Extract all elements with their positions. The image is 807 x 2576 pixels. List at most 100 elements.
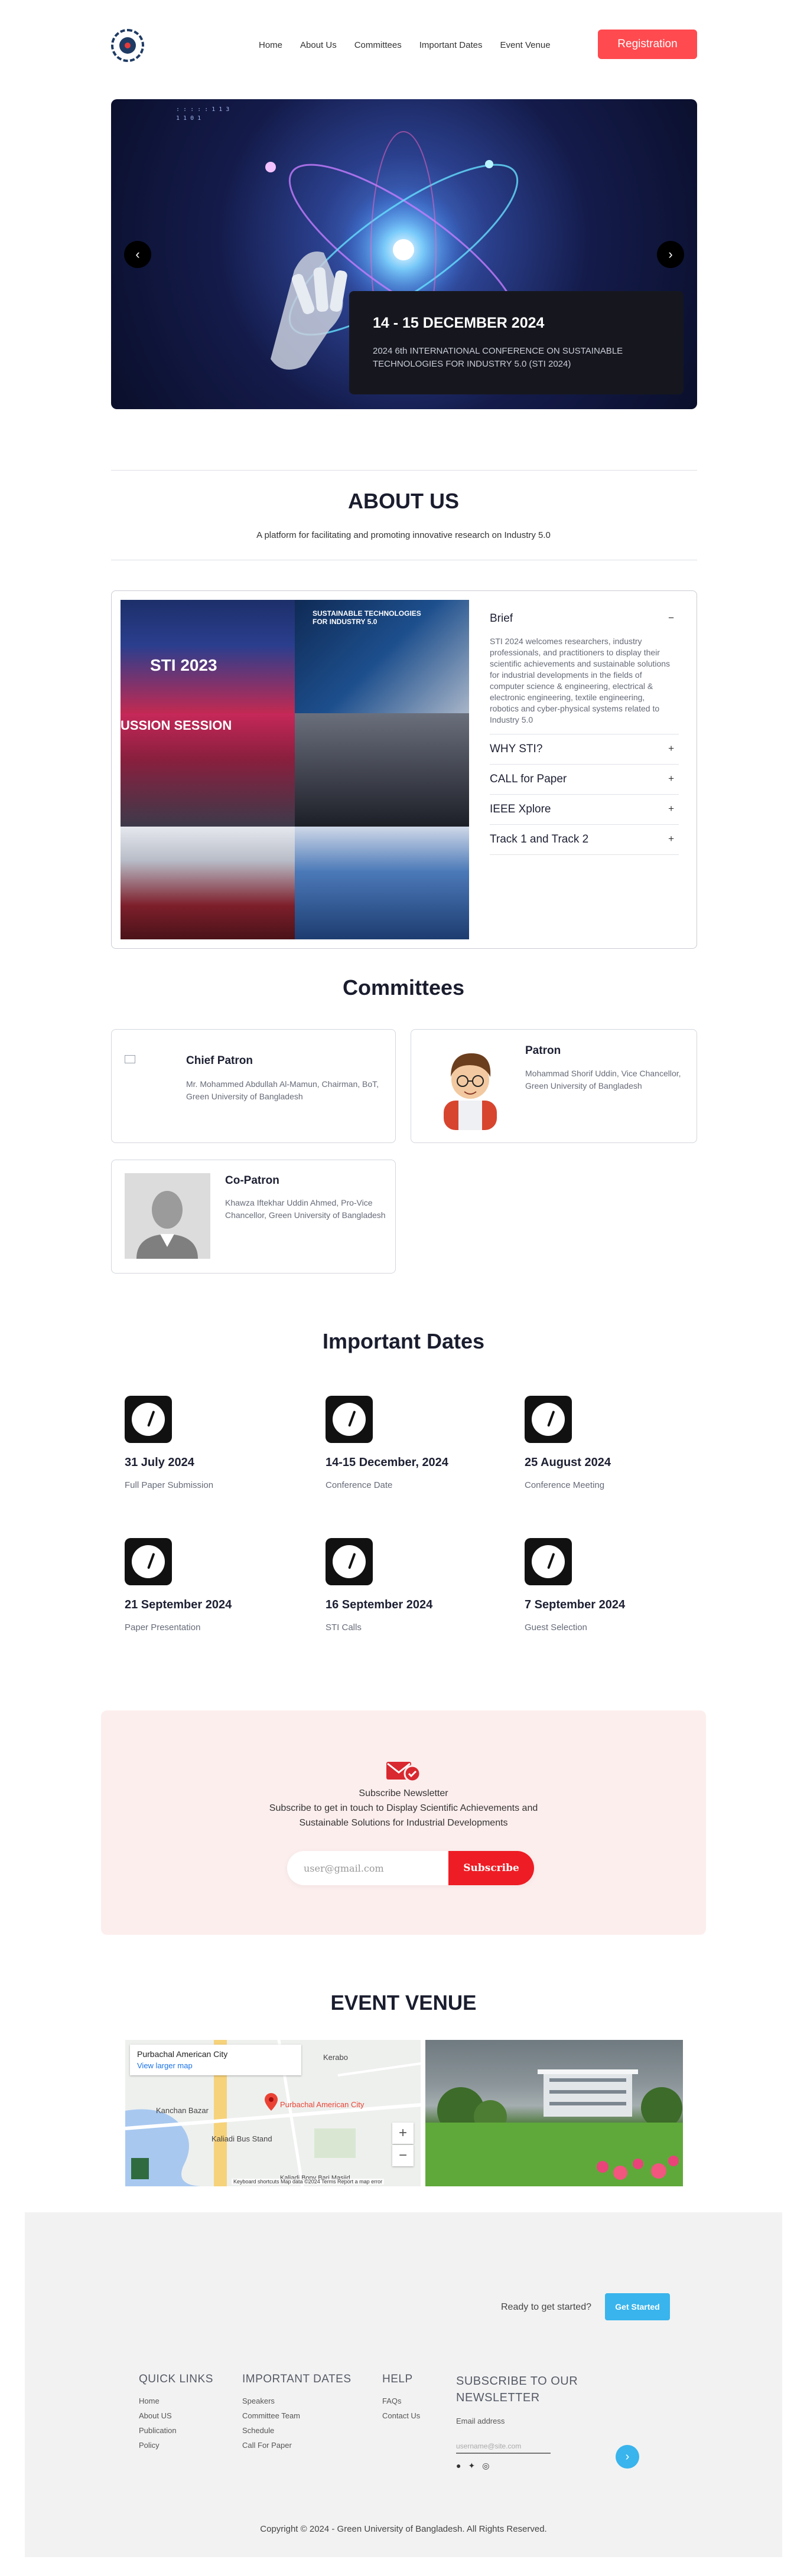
date-item: 21 September 2024 Paper Presentation [125,1538,302,1633]
site-footer: Ready to get started? Get Started QUICK … [25,2212,782,2557]
accordion-title: Track 1 and Track 2 [490,833,589,845]
footer-link-home[interactable]: Home [139,2397,213,2405]
footer-column-title: IMPORTANT DATES [242,2373,352,2385]
footer-subscribe: SUBSCRIBE TO OUR NEWSLETTER Email addres… [456,2373,651,2471]
mail-check-icon [386,1762,421,1782]
map-place-card: Purbachal American City View larger map [130,2045,301,2075]
footer-link-schedule[interactable]: Schedule [242,2426,352,2435]
clock-icon [525,1538,572,1585]
accordion-body-brief: STI 2024 welcomes researchers, industry … [490,636,671,724]
nav-about-us[interactable]: About Us [300,40,337,50]
instagram-icon[interactable]: ◎ [482,2461,489,2471]
co-patron-avatar-placeholder [125,1173,210,1259]
registration-button[interactable]: Registration [598,30,697,59]
footer-link-policy[interactable]: Policy [139,2441,213,2450]
collage-banner-session: USSION SESSION [121,718,232,733]
campus-building-illustration [425,2069,683,2186]
nav-committees[interactable]: Committees [354,40,402,50]
nav-important-dates[interactable]: Important Dates [419,40,483,50]
zoom-out-button[interactable]: − [392,2145,414,2166]
footer-link-faqs[interactable]: FAQs [382,2397,420,2405]
footer-email-input[interactable]: username@site.com [456,2442,551,2454]
newsletter-form: user@gmail.com Subscribe [287,1851,534,1885]
about-card: STI 2023 SUSTAINABLE TECHNOLOGIES FOR IN… [111,590,697,949]
date-label: Conference Meeting [525,1480,605,1490]
collage-photo-session: USSION SESSION [121,713,295,827]
dates-title: Important Dates [322,1329,485,1353]
twitter-icon[interactable]: ✦ [468,2461,475,2471]
footer-link-committee-team[interactable]: Committee Team [242,2411,352,2420]
site-header: Home About Us Committees Important Dates… [111,26,697,64]
footer-link-call-for-paper[interactable]: Call For Paper [242,2441,352,2450]
copyright: Copyright © 2024 - Green University of B… [260,2524,547,2534]
venue-photo [425,2040,683,2186]
hero-prev-button[interactable]: ‹ [124,241,151,268]
footer-link-publication[interactable]: Publication [139,2426,213,2435]
footer-help: HELP FAQs Contact Us [382,2373,420,2420]
accordion-header-ieee-xplore[interactable]: IEEE Xplore + [490,803,679,816]
accordion-item-tracks: Track 1 and Track 2 + [490,825,679,855]
collage-photo-stage: STI 2023 [121,600,295,713]
accordion-header-call-for-paper[interactable]: CALL for Paper + [490,773,679,786]
committee-person: Khawza Iftekhar Uddin Ahmed, Pro-Vice Ch… [225,1198,386,1220]
venue-map[interactable]: Purbachal American City View larger map … [125,2040,421,2186]
date-value: 25 August 2024 [525,1456,611,1469]
accordion-header-why-sti[interactable]: WHY STI? + [490,743,679,756]
date-label: Conference Date [326,1480,393,1490]
map-pin-icon[interactable] [265,2093,278,2111]
committee-person: Mr. Mohammed Abdullah Al-Mamun, Chairman… [186,1079,379,1101]
collage-photo-award: SUSTAINABLE TECHNOLOGIES FOR INDUSTRY 5.… [295,600,469,713]
divider [111,470,697,471]
main-nav: Home About Us Committees Important Dates… [259,40,551,50]
collage-photo-speaker [295,827,469,939]
date-label: STI Calls [326,1622,362,1633]
footer-link-about[interactable]: About US [139,2411,213,2420]
map-label-bus: Kaliadi Bus Stand [211,2134,272,2143]
clock-icon [525,1396,572,1443]
newsletter-email-input[interactable]: user@gmail.com [287,1851,448,1885]
committee-card-patron: Patron Mohammad Shorif Uddin, Vice Chanc… [411,1029,697,1143]
footer-link-speakers[interactable]: Speakers [242,2397,352,2405]
date-value: 16 September 2024 [326,1598,433,1611]
subscribe-button[interactable]: Subscribe [448,1851,534,1885]
hero-next-button[interactable]: › [657,241,684,268]
broken-image-icon [125,1055,135,1063]
footer-subscribe-button[interactable]: › [616,2445,639,2469]
accordion-item-why-sti: WHY STI? + [490,734,679,765]
accordion-header-brief[interactable]: Brief − [490,612,679,625]
footer-link-contact[interactable]: Contact Us [382,2411,420,2420]
accordion-item-call-for-paper: CALL for Paper + [490,765,679,795]
committee-person: Mohammad Shorif Uddin, Vice Chancellor, … [525,1069,681,1091]
page: Home About Us Committees Important Dates… [0,0,807,2576]
view-larger-map-link[interactable]: View larger map [137,2061,294,2070]
committees-title: Committees [342,975,465,1000]
accordion-title: IEEE Xplore [490,803,551,815]
nav-event-venue[interactable]: Event Venue [500,40,550,50]
logo-dot [125,43,131,48]
date-item: 14-15 December, 2024 Conference Date [326,1396,503,1490]
accordion-header-tracks[interactable]: Track 1 and Track 2 + [490,833,679,846]
patron-avatar [444,1053,497,1130]
footer-important-dates: IMPORTANT DATES Speakers Committee Team … [242,2373,352,2450]
zoom-in-button[interactable]: + [392,2123,414,2144]
clock-icon [326,1538,373,1585]
committee-card-chief-patron: Chief Patron Mr. Mohammed Abdullah Al-Ma… [111,1029,396,1143]
date-value: 31 July 2024 [125,1456,194,1469]
committee-role: Co-Patron [225,1174,279,1187]
accordion-title: WHY STI? [490,743,543,755]
newsletter-title: Subscribe Newsletter [359,1788,448,1798]
collage-banner-sti: STI 2023 [150,656,217,674]
accordion-title: Brief [490,612,513,625]
accordion-item-brief: Brief − STI 2024 welcomes researchers, i… [490,603,679,734]
hero-caption-card: 14 - 15 DECEMBER 2024 2024 6th INTERNATI… [349,291,684,394]
facebook-icon[interactable]: ● [456,2461,461,2471]
nav-home[interactable]: Home [259,40,282,50]
committee-card-co-patron: Co-Patron Khawza Iftekhar Uddin Ahmed, P… [111,1160,396,1274]
accordion-title: CALL for Paper [490,773,567,785]
clock-icon [326,1396,373,1443]
date-label: Full Paper Submission [125,1480,214,1490]
footer-column-title: SUBSCRIBE TO OUR NEWSLETTER [456,2375,578,2404]
cta-text: Ready to get started? [501,2302,591,2312]
get-started-button[interactable]: Get Started [605,2293,670,2320]
logo[interactable] [111,29,144,62]
